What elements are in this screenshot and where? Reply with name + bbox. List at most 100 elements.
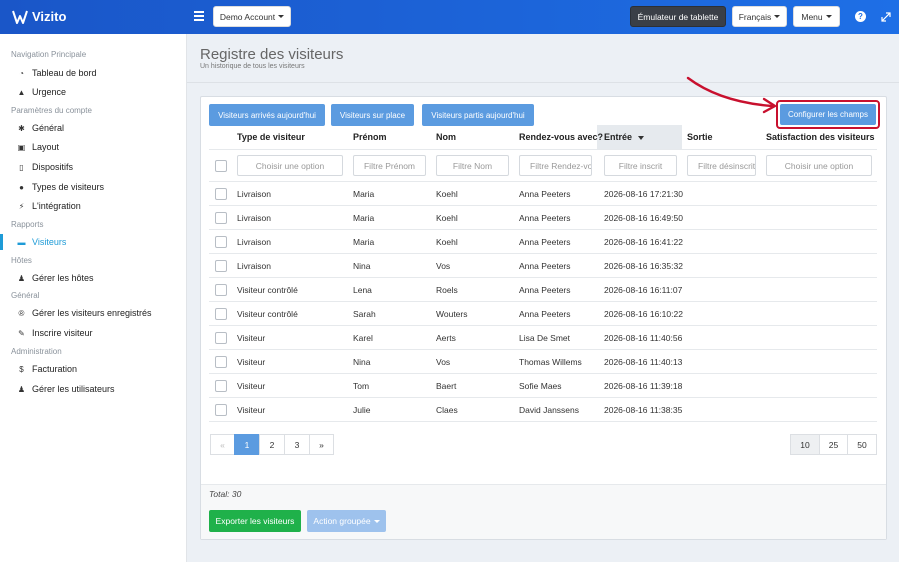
onsite-label: Visiteurs sur place (339, 110, 406, 120)
row-checkbox[interactable] (215, 212, 227, 224)
sidebar-item-visitor-types[interactable]: ● Types de visiteurs (17, 182, 104, 192)
vizito-logo[interactable]: Vizito (12, 9, 66, 24)
column-header-satisfaction[interactable]: Satisfaction des visiteurs (766, 132, 875, 142)
sidebar-item-label: Visiteurs (32, 237, 67, 247)
row-checkbox[interactable] (215, 284, 227, 296)
cell-type: Visiteur (237, 381, 266, 391)
bulk-action-button[interactable]: Action groupée (307, 510, 386, 532)
row-checkbox[interactable] (215, 236, 227, 248)
fullscreen-icon[interactable] (880, 11, 891, 22)
sidebar-item-visitors[interactable]: ▬ Visiteurs (17, 237, 67, 247)
cell-appointment: Lisa De Smet (519, 333, 571, 343)
sidebar-item-hosts[interactable]: ♟ Gérer les hôtes (17, 273, 94, 283)
annotation-arrow-icon (686, 76, 777, 114)
filter-lastname-input[interactable]: Filtre Nom (436, 155, 509, 176)
page-size-25[interactable]: 25 (819, 434, 848, 455)
cell-firstname: Julie (353, 405, 371, 415)
book-icon: ▬ (17, 237, 26, 247)
filter-entry-input[interactable]: Filtre inscrit (604, 155, 677, 176)
page-size-10[interactable]: 10 (790, 434, 820, 455)
row-checkbox[interactable] (215, 404, 227, 416)
arrived-today-button[interactable]: Visiteurs arrivés aujourd'hui (209, 104, 325, 126)
sidebar-item-registered-visitors[interactable]: ® Gérer les visiteurs enregistrés (17, 308, 152, 318)
sidebar-item-general[interactable]: ✱ Général (17, 123, 64, 133)
total-count: Total: 30 (209, 489, 242, 499)
column-header-type[interactable]: Type de visiteur (237, 132, 305, 142)
page-size-50[interactable]: 50 (847, 434, 877, 455)
sidebar-section-title: Général (11, 291, 40, 300)
pagination-page-1[interactable]: 1 (234, 434, 260, 455)
warning-icon: ▲ (17, 87, 26, 97)
filter-type-select[interactable]: Choisir une option (237, 155, 343, 176)
export-visitors-button[interactable]: Exporter les visiteurs (209, 510, 301, 532)
pagination-prev[interactable]: « (210, 434, 235, 455)
onsite-button[interactable]: Visiteurs sur place (331, 104, 414, 126)
select-all-checkbox[interactable] (215, 160, 227, 172)
menu-dropdown[interactable]: Menu (793, 6, 840, 27)
hamburger-menu-icon[interactable] (194, 11, 204, 21)
column-header-lastname[interactable]: Nom (436, 132, 456, 142)
cell-appointment: Anna Peeters (519, 237, 571, 247)
filter-appointment-input[interactable]: Filtre Rendez-vous avec (519, 155, 592, 176)
sidebar-item-users[interactable]: ♟ Gérer les utilisateurs (17, 384, 115, 394)
account-dropdown[interactable]: Demo Account (213, 6, 291, 27)
filter-firstname-input[interactable]: Filtre Prénom (353, 155, 426, 176)
cell-entry: 2026-08-16 17:21:30 (604, 189, 683, 199)
row-checkbox[interactable] (215, 188, 227, 200)
sidebar-item-label: Layout (32, 142, 60, 152)
filter-satisfaction-select[interactable]: Choisir une option (766, 155, 872, 176)
person-icon: ♟ (17, 273, 26, 283)
sidebar-item-devices[interactable]: ▯ Dispositifs (17, 162, 73, 172)
divider (187, 82, 899, 83)
sidebar-item-label: Gérer les visiteurs enregistrés (32, 308, 152, 318)
cell-type: Visiteur (237, 333, 266, 343)
plug-icon: ⚡ (18, 201, 25, 211)
cell-firstname: Tom (353, 381, 370, 391)
sidebar-item-emergency[interactable]: ▲ Urgence (17, 87, 67, 97)
sidebar-item-billing[interactable]: $ Facturation (17, 364, 77, 374)
row-checkbox[interactable] (215, 332, 227, 344)
tablet-emulator-label: Émulateur de tablette (637, 11, 719, 22)
sidebar-section-title: Rapports (11, 220, 44, 229)
filter-exit-input[interactable]: Filtre désinscrit (687, 155, 756, 176)
help-icon[interactable]: ? (855, 11, 866, 22)
row-checkbox[interactable] (215, 260, 227, 272)
tablet-emulator-button[interactable]: Émulateur de tablette (630, 6, 726, 27)
row-checkbox[interactable] (215, 380, 227, 392)
cell-lastname: Wouters (436, 309, 468, 319)
sidebar-item-dashboard[interactable]: ◔ Tableau de bord (17, 68, 96, 78)
cell-appointment: Sofie Maes (519, 381, 562, 391)
sidebar-item-label: Types de visiteurs (32, 182, 105, 192)
cell-entry: 2026-08-16 16:11:07 (604, 285, 683, 295)
column-header-appointment[interactable]: Rendez-vous avec? (519, 132, 603, 142)
cell-lastname: Baert (436, 381, 457, 391)
pagination-page-2[interactable]: 2 (259, 434, 285, 455)
cell-firstname: Maria (353, 189, 375, 199)
cell-type: Livraison (237, 261, 272, 271)
dollar-icon: $ (19, 364, 24, 374)
arrived-today-label: Visiteurs arrivés aujourd'hui (218, 110, 316, 120)
sidebar-item-layout[interactable]: ▣ Layout (17, 142, 59, 152)
cell-type: Visiteur (237, 357, 266, 367)
sidebar-item-register-visitor[interactable]: ✎ Inscrire visiteur (17, 328, 92, 338)
pagination-page-3[interactable]: 3 (284, 434, 310, 455)
pagination-next[interactable]: » (309, 434, 334, 455)
sort-desc-icon (638, 135, 645, 140)
column-header-firstname[interactable]: Prénom (353, 132, 387, 142)
language-label: Français (738, 11, 772, 22)
row-checkbox[interactable] (215, 356, 227, 368)
cell-entry: 2026-08-16 16:49:50 (604, 213, 683, 223)
chevron-down-icon (825, 15, 832, 18)
sidebar-item-integration[interactable]: ⚡ L'intégration (17, 201, 81, 211)
row-checkbox[interactable] (215, 308, 227, 320)
sidebar-section-title: Administration (11, 347, 62, 356)
tablet-icon: ▯ (19, 162, 24, 172)
cell-appointment: Thomas Willems (519, 357, 582, 367)
column-header-exit[interactable]: Sortie (687, 132, 713, 142)
cell-entry: 2026-08-16 11:38:35 (604, 405, 683, 415)
cell-type: Visiteur (237, 405, 266, 415)
language-dropdown[interactable]: Français (732, 6, 787, 27)
left-today-button[interactable]: Visiteurs partis aujourd'hui (422, 104, 534, 126)
column-header-entry[interactable]: Entrée (604, 132, 645, 142)
cell-lastname: Koehl (436, 213, 458, 223)
